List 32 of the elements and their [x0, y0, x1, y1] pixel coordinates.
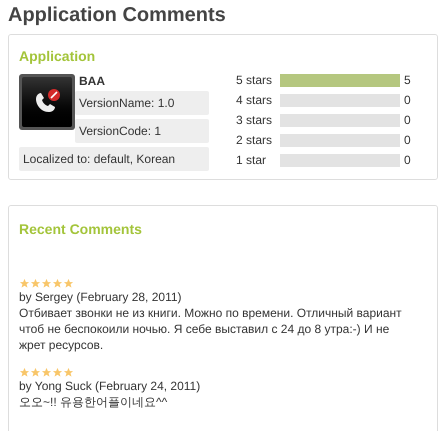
comment-text: Отбивает звонки не из книги. Можно по времени. Отличный вариант чтоб не беспокоили ночью. Я себе выставил с 24 до 8 утра:-) И не жрет ресурсов.: [19, 305, 403, 353]
rating-count: 5: [404, 74, 411, 87]
star-icon: [41, 367, 52, 378]
star-icon: [63, 367, 74, 378]
rating-label: 4 stars: [236, 94, 274, 107]
rating-label: 2 stars: [236, 134, 274, 147]
section-heading: Recent Comments: [19, 220, 142, 239]
page-title: Application Comments: [8, 3, 226, 28]
app-name: BAA: [78, 73, 106, 89]
comment-text: 오오~!! 유용한어플이네요^^: [19, 394, 168, 410]
star-icon: [19, 367, 30, 378]
star-icon: [52, 278, 63, 289]
localized-info: Localized to: default, Korean: [19, 147, 209, 171]
rating-count: 0: [404, 154, 411, 167]
rating-count: 0: [404, 94, 411, 107]
comment-byline: by Yong Suck (February 24, 2011): [19, 378, 202, 394]
star-icon: [19, 278, 30, 289]
version-name: VersionName: 1.0: [75, 91, 209, 115]
rating-count: 0: [404, 114, 411, 127]
section-heading: Application: [19, 47, 96, 66]
star-icon: [30, 278, 41, 289]
rating-label: 5 stars: [236, 74, 274, 87]
star-icon: [52, 367, 63, 378]
rating-count: 0: [404, 134, 411, 147]
rating-label: 1 star: [236, 154, 268, 167]
version-code: VersionCode: 1: [75, 119, 209, 143]
phone-app-icon: [19, 74, 75, 130]
comment-byline: by Sergey (February 28, 2011): [19, 289, 183, 305]
star-icon: [30, 367, 41, 378]
star-icon: [63, 278, 74, 289]
rating-label: 3 stars: [236, 114, 274, 127]
star-icon: [41, 278, 52, 289]
